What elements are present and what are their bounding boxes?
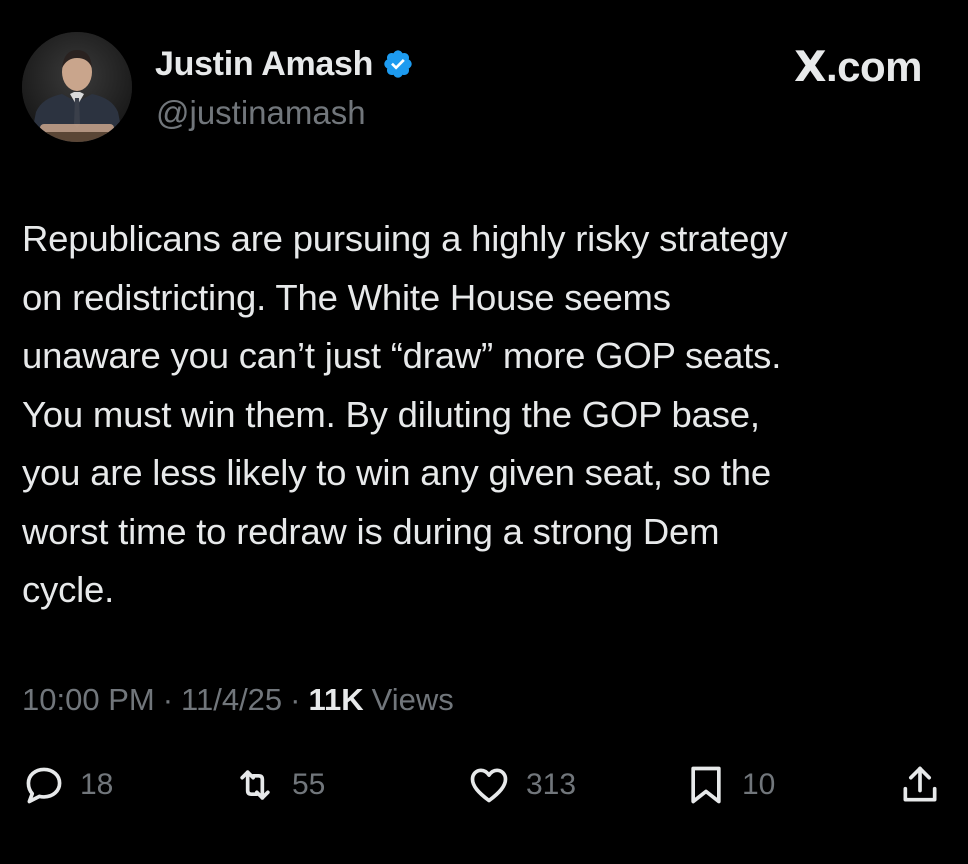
display-name[interactable]: Justin Amash [155, 45, 373, 84]
retweet-button[interactable]: 55 [232, 760, 325, 810]
bookmark-count: 10 [742, 768, 776, 801]
share-button[interactable] [898, 760, 942, 810]
meta-separator: · [162, 682, 174, 717]
like-count: 313 [526, 768, 577, 801]
reply-button[interactable]: 18 [22, 760, 113, 810]
heart-icon [466, 763, 512, 807]
retweet-count: 55 [292, 768, 326, 801]
share-icon [898, 763, 942, 807]
retweet-icon [232, 763, 278, 807]
meta-separator: · [290, 682, 301, 717]
like-button[interactable]: 313 [466, 760, 576, 810]
reply-count: 18 [80, 768, 114, 801]
tweet-card: Justin Amash @justinamash X.com Republic… [0, 0, 968, 864]
brand-domain: com [837, 43, 922, 90]
avatar-image [22, 32, 132, 142]
tweet-date[interactable]: 11/4/25 [181, 682, 282, 718]
tweet-meta: 10:00 PM · 11/4/25 · 11K Views [22, 682, 454, 718]
verified-badge-icon [382, 48, 414, 80]
x-logo-icon: X [794, 42, 826, 91]
bookmark-icon [684, 762, 728, 808]
brand-dot: . [825, 43, 838, 90]
views-count: 11K [308, 682, 364, 717]
handle[interactable]: @justinamash [156, 94, 366, 132]
brand-logo: X.com [794, 42, 922, 91]
views-label: Views [371, 682, 454, 717]
tweet-time[interactable]: 10:00 PM [22, 682, 155, 718]
avatar[interactable] [22, 32, 132, 142]
author-name-row: Justin Amash [155, 44, 414, 84]
reply-icon [22, 763, 66, 807]
bookmark-button[interactable]: 10 [684, 760, 775, 810]
tweet-text: Republicans are pursuing a highly risky … [22, 218, 788, 610]
action-bar: 18 55 313 10 [0, 760, 968, 820]
